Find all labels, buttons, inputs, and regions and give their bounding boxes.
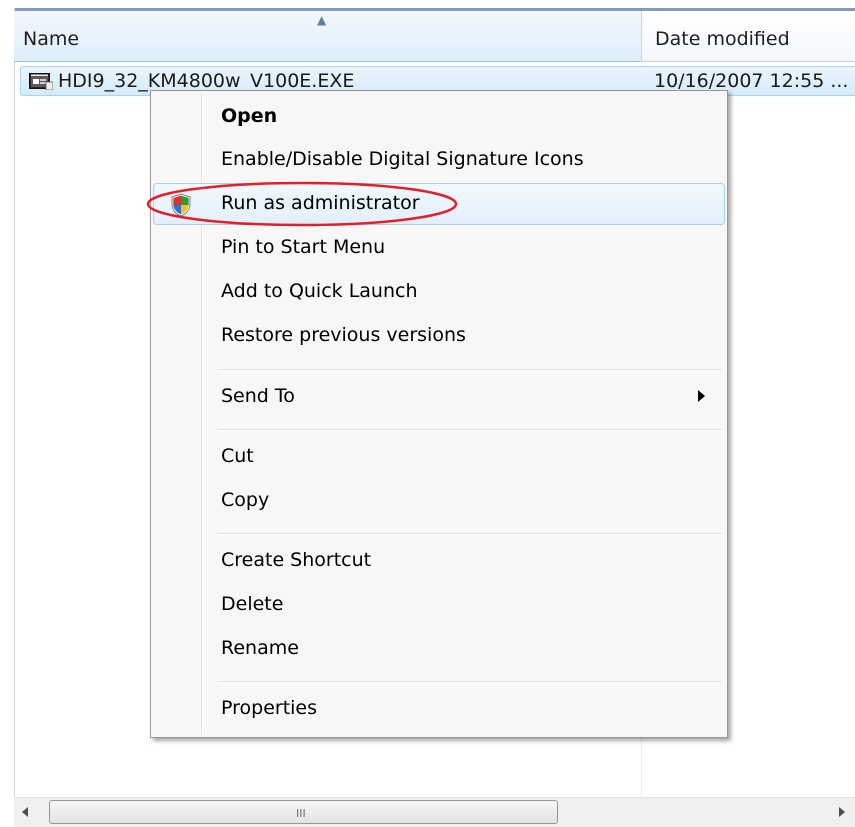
menu-separator — [218, 681, 722, 683]
menu-item-digital-signature-label: Enable/Disable Digital Signature Icons — [221, 148, 584, 170]
menu-item-properties-label: Properties — [221, 697, 318, 719]
horizontal-scrollbar[interactable]: III — [14, 797, 855, 827]
menu-separator — [218, 533, 722, 535]
menu-item-restore-previous-versions[interactable]: Restore previous versions — [153, 315, 725, 357]
menu-separator — [218, 429, 722, 431]
menu-item-open-label: Open — [221, 105, 278, 127]
menu-item-copy-label: Copy — [221, 489, 270, 511]
column-header-name[interactable]: ▲ Name — [14, 11, 642, 62]
left-border — [0, 8, 15, 826]
menu-item-rename-label: Rename — [221, 637, 299, 659]
sort-ascending-icon: ▲ — [317, 13, 327, 27]
menu-item-send-to[interactable]: Send To — [153, 376, 725, 418]
column-header-date-label: Date modified — [655, 28, 790, 50]
menu-item-add-to-quick-launch[interactable]: Add to Quick Launch — [153, 271, 725, 313]
menu-item-run-as-administrator[interactable]: Run as administrator — [153, 183, 725, 225]
menu-item-create-shortcut[interactable]: Create Shortcut — [153, 540, 725, 582]
column-header-name-label: Name — [23, 28, 80, 50]
scroll-left-icon[interactable] — [22, 807, 28, 817]
menu-item-delete[interactable]: Delete — [153, 584, 725, 626]
context-menu: Open Enable/Disable Digital Signature Ic… — [150, 90, 728, 738]
menu-item-open[interactable]: Open — [153, 96, 725, 138]
menu-item-create-shortcut-label: Create Shortcut — [221, 549, 372, 571]
menu-item-run-as-administrator-label: Run as administrator — [221, 192, 420, 214]
menu-item-digital-signature[interactable]: Enable/Disable Digital Signature Icons — [153, 139, 725, 181]
file-explorer-window: ▲ Name Date modified HDI9_32_KM4800w_V10… — [0, 0, 855, 827]
menu-item-delete-label: Delete — [221, 593, 284, 615]
menu-item-cut-label: Cut — [221, 445, 254, 467]
scroll-right-icon[interactable] — [839, 807, 845, 817]
menu-item-copy[interactable]: Copy — [153, 480, 725, 522]
menu-separator — [218, 369, 722, 371]
menu-item-pin-to-start-label: Pin to Start Menu — [221, 236, 386, 258]
menu-item-add-to-quick-launch-label: Add to Quick Launch — [221, 280, 418, 302]
menu-item-cut[interactable]: Cut — [153, 436, 725, 478]
executable-icon — [29, 73, 53, 90]
file-date-modified: 10/16/2007 12:55 ... — [654, 70, 849, 92]
menu-item-properties[interactable]: Properties — [153, 688, 725, 730]
menu-item-pin-to-start[interactable]: Pin to Start Menu — [153, 227, 725, 269]
scrollbar-grip: III — [296, 807, 306, 820]
menu-item-rename[interactable]: Rename — [153, 628, 725, 670]
file-name: HDI9_32_KM4800w_V100E.EXE — [58, 70, 355, 92]
column-header-date-modified[interactable]: Date modified — [642, 11, 855, 61]
column-header-row: ▲ Name Date modified — [14, 11, 855, 62]
menu-item-send-to-label: Send To — [221, 385, 295, 407]
menu-item-restore-previous-versions-label: Restore previous versions — [221, 324, 466, 346]
chevron-right-icon — [698, 390, 705, 402]
uac-shield-icon — [171, 193, 191, 217]
scrollbar-thumb[interactable]: III — [49, 800, 558, 824]
